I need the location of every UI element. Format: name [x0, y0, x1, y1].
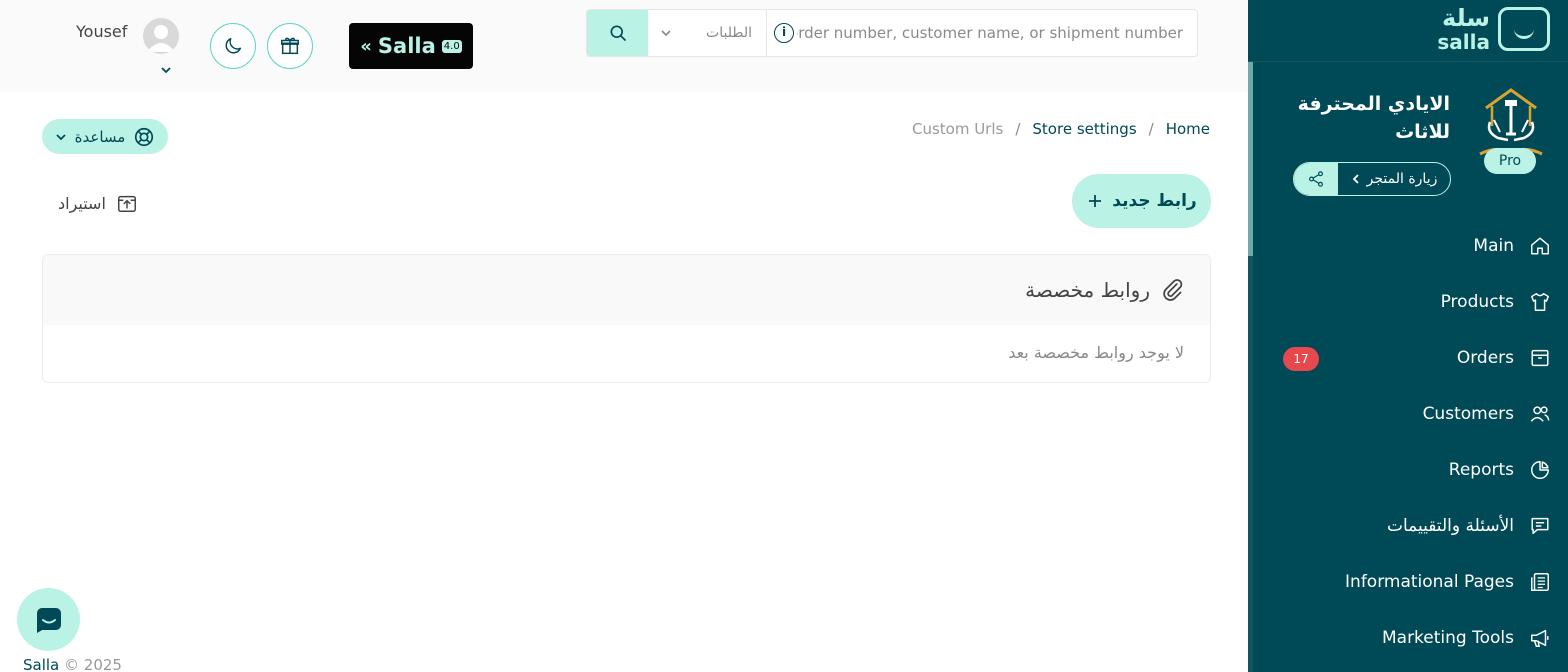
sidebar: سلة salla الايادي المحترفة للاثاث Pro زي…: [1248, 0, 1568, 672]
breadcrumb-home[interactable]: Home: [1166, 120, 1210, 138]
lifebuoy-icon: [135, 127, 154, 146]
box-icon: [1528, 346, 1552, 370]
pages-icon: [1528, 570, 1552, 594]
users-icon: [1528, 402, 1552, 426]
footer-copyright: © 2025: [64, 656, 122, 672]
salla-4-banner[interactable]: « Salla 4.0: [349, 23, 473, 69]
sidebar-item-products[interactable]: Products: [1253, 274, 1568, 330]
user-menu-chevron-icon[interactable]: [160, 60, 172, 79]
sidebar-item-orders[interactable]: 17 Orders: [1253, 330, 1568, 386]
banner-word: Salla: [377, 34, 436, 58]
import-icon: [117, 195, 136, 212]
sidebar-nav: Main Products 17 Orders Customers Report…: [1253, 218, 1568, 666]
sidebar-item-label: Customers: [1422, 404, 1514, 424]
empty-state-text: لا يوجد روابط مخصصة بعد: [1008, 343, 1184, 362]
search-icon: [610, 25, 626, 42]
footer: Salla © 2025: [23, 656, 122, 672]
salla-logo-text: سلة salla: [1437, 6, 1490, 52]
sidebar-item-label: Informational Pages: [1345, 572, 1514, 592]
search-scope-label: الطلبات: [706, 25, 752, 41]
card-header: روابط مخصصة: [43, 255, 1210, 325]
logo-ar: سلة: [1442, 4, 1490, 32]
search-scope-select[interactable]: الطلبات: [648, 10, 767, 56]
chat-icon: [36, 607, 61, 633]
store-info: الايادي المحترفة للاثاث Pro زيارة المتجر: [1253, 62, 1568, 212]
megaphone-icon: [1528, 626, 1552, 650]
chevron-down-icon: [661, 30, 671, 37]
sidebar-item-marketing-tools[interactable]: Marketing Tools: [1253, 610, 1568, 666]
breadcrumb-separator: /: [1015, 120, 1021, 138]
breadcrumb-separator: /: [1148, 120, 1154, 138]
avatar-placeholder-icon: [147, 25, 175, 52]
card-title: روابط مخصصة: [1025, 278, 1150, 302]
moon-icon: [225, 37, 242, 54]
share-icon: [1309, 171, 1323, 187]
sidebar-item-label: Reports: [1448, 460, 1514, 480]
sidebar-item-reports[interactable]: Reports: [1253, 442, 1568, 498]
pro-badge: Pro: [1484, 148, 1536, 174]
pie-chart-icon: [1528, 458, 1552, 482]
search-bar: الطلبات: [586, 9, 1198, 57]
dark-mode-button[interactable]: [210, 23, 256, 69]
help-label: مساعدة: [74, 127, 126, 146]
banner-version: 4.0: [441, 39, 462, 53]
sidebar-item-label: الأسئلة والتقييمات: [1386, 516, 1514, 536]
user-avatar[interactable]: [143, 18, 179, 54]
salla-logo-icon[interactable]: [1498, 7, 1550, 51]
info-icon[interactable]: i: [774, 23, 794, 43]
visit-store-label: زيارة المتجر: [1366, 171, 1438, 187]
search-input[interactable]: [767, 10, 1197, 56]
add-new-link-button[interactable]: رابط جديد: [1072, 174, 1211, 228]
add-link-label: رابط جديد: [1112, 191, 1197, 211]
orders-count-badge: 17: [1283, 347, 1319, 371]
breadcrumb-current: Custom Urls: [911, 120, 1004, 138]
double-chevron-left-icon: «: [360, 35, 372, 57]
sidebar-item-label: Orders: [1456, 348, 1514, 368]
user-name[interactable]: Yousef: [76, 22, 127, 41]
sidebar-item-questions-reviews[interactable]: الأسئلة والتقييمات: [1253, 498, 1568, 554]
link-icon: [1163, 279, 1183, 301]
top-header: Yousef « Salla 4.0 الطلبات i: [0, 0, 1248, 92]
plus-icon: [1089, 195, 1102, 207]
visit-store-group: زيارة المتجر: [1293, 162, 1451, 196]
visit-store-button[interactable]: زيارة المتجر: [1338, 163, 1450, 195]
comment-icon: [1528, 514, 1552, 538]
sidebar-item-label: Main: [1473, 236, 1514, 256]
logo-en: salla: [1437, 30, 1490, 54]
sidebar-item-main[interactable]: Main: [1253, 218, 1568, 274]
breadcrumb-store-settings[interactable]: Store settings: [1032, 120, 1136, 138]
custom-urls-card: روابط مخصصة لا يوجد روابط مخصصة بعد: [42, 254, 1211, 383]
store-name: الايادي المحترفة للاثاث: [1297, 93, 1450, 143]
sidebar-brand: سلة salla: [1248, 0, 1568, 62]
share-button[interactable]: [1294, 163, 1338, 195]
gift-icon: [281, 37, 299, 55]
gift-button[interactable]: [267, 23, 313, 69]
chevron-left-icon: [1352, 174, 1359, 184]
home-icon: [1528, 234, 1552, 258]
footer-brand[interactable]: Salla: [23, 656, 59, 672]
breadcrumb: Custom Urls / Store settings / Home: [912, 120, 1210, 138]
import-button[interactable]: استيراد: [58, 186, 138, 220]
chevron-down-icon: [56, 133, 66, 140]
sidebar-item-informational-pages[interactable]: Informational Pages: [1253, 554, 1568, 610]
help-button[interactable]: مساعدة: [42, 119, 168, 154]
chat-button[interactable]: [17, 588, 80, 651]
sidebar-item-customers[interactable]: Customers: [1253, 386, 1568, 442]
import-label: استيراد: [58, 193, 106, 213]
sidebar-item-label: Products: [1440, 292, 1514, 312]
search-button[interactable]: [587, 10, 648, 56]
sidebar-item-label: Marketing Tools: [1381, 628, 1514, 648]
shirt-icon: [1528, 290, 1552, 314]
